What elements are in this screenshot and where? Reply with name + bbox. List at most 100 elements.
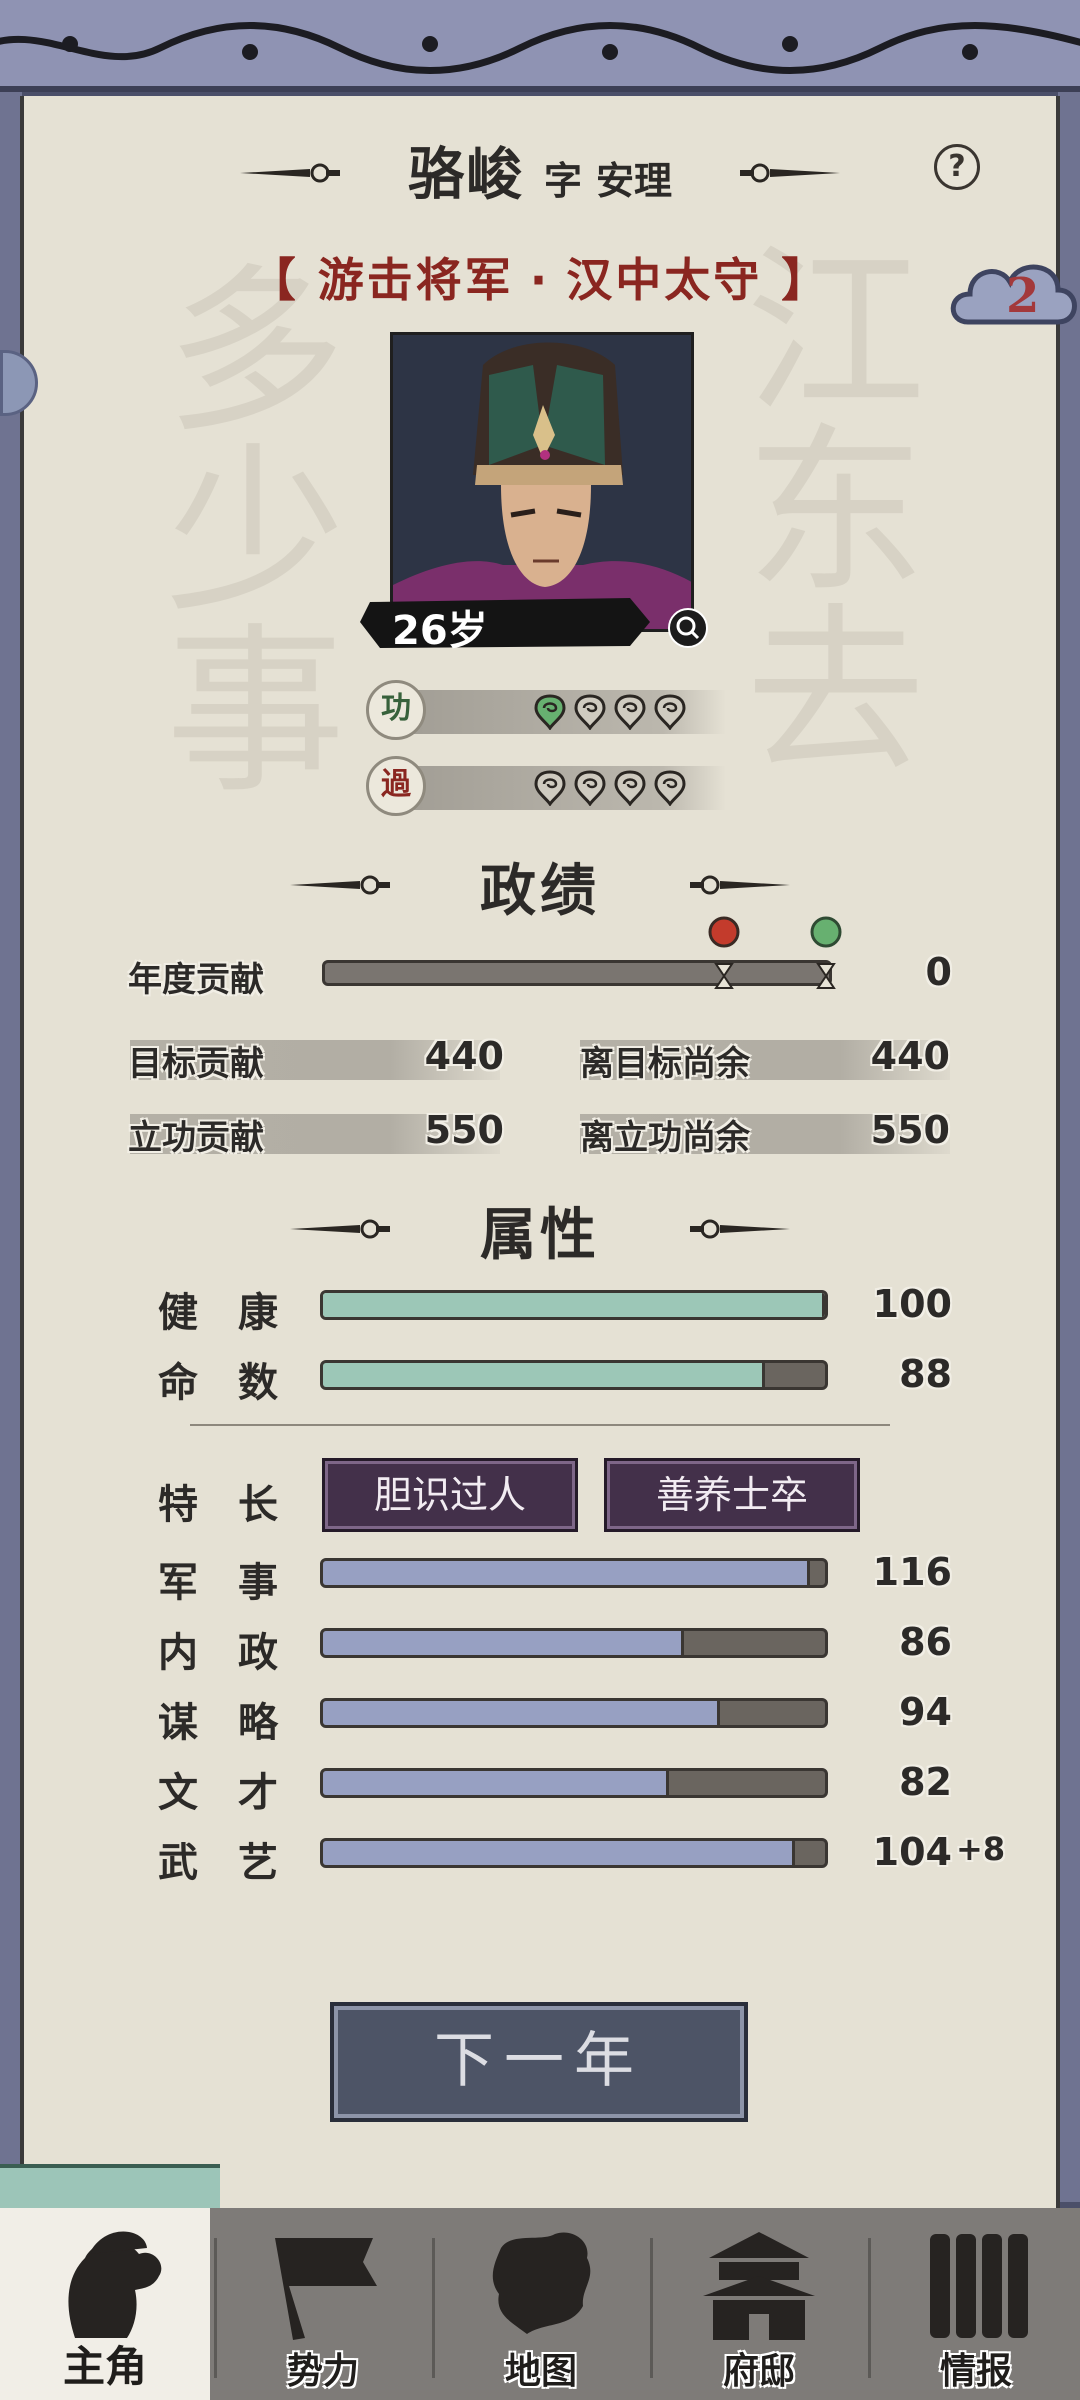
stat-bar [320, 1628, 828, 1658]
stat-value: 82 [899, 1760, 952, 1804]
dagger-ornament-icon [690, 1219, 790, 1239]
to-merit-value: 550 [870, 1108, 950, 1152]
stat-value: 94 [899, 1690, 952, 1734]
military-title: 游击将军 [317, 253, 514, 307]
character-name: 骆峻 [407, 143, 524, 208]
merit-pip-empty-icon [614, 694, 646, 730]
nav-separator [214, 2238, 217, 2378]
merit-pips [532, 694, 688, 730]
nav-active-strip [0, 2164, 220, 2208]
nav-tab-protagonist[interactable]: 主角 [0, 2208, 210, 2400]
health-label: 健康 [158, 1290, 318, 1336]
merit-contribution-label: 立功贡献 [128, 1118, 264, 1158]
fault-pips [532, 770, 688, 806]
to-target-value: 440 [870, 1034, 950, 1078]
to-merit-label: 离立功尚余 [580, 1118, 750, 1158]
character-portrait[interactable] [390, 332, 694, 632]
fate-label: 命数 [158, 1360, 318, 1406]
fault-meter: 過 [366, 756, 726, 818]
bottom-nav: 主角 势力 地图 府邸 情报 [0, 2208, 1080, 2400]
right-border [1058, 92, 1080, 2202]
fault-icon: 過 [366, 756, 426, 816]
stat-bonus: +8 [956, 1830, 1006, 1868]
fault-pip-empty-icon [614, 770, 646, 806]
nav-label-intel: 情报 [939, 2351, 1012, 2392]
title-bracket-left: 【 [249, 253, 299, 307]
stat-bar [320, 1768, 828, 1798]
nav-label-map: 地图 [504, 2351, 577, 2392]
stat-bar-fill [323, 1701, 720, 1725]
stat-bar-fill [323, 1841, 795, 1865]
fault-pip-empty-icon [534, 770, 566, 806]
official-titles: 【 游击将军 · 汉中太守 】 [0, 244, 1080, 310]
calligraphy-background: 多少事 [134, 256, 343, 796]
stat-label: 军事 [158, 1560, 318, 1606]
next-year-button[interactable]: 下一年 [330, 2002, 748, 2122]
traits-label: 特长 [158, 1482, 318, 1528]
merit-icon: 功 [366, 680, 426, 740]
fault-threshold-marker-icon [708, 916, 740, 989]
stat-bar [320, 1558, 828, 1588]
character-name-row: 骆峻字安理 [0, 130, 1080, 211]
top-decorative-banner [0, 0, 1080, 92]
fate-bar-fill [323, 1363, 765, 1387]
annual-contribution-label: 年度贡献 [128, 960, 264, 1000]
mansion-icon [703, 2232, 815, 2340]
stat-label: 文才 [158, 1770, 318, 1816]
civil-title: 汉中太守 [566, 253, 763, 307]
stat-bar-fill [323, 1561, 810, 1585]
target-contribution-label: 目标贡献 [128, 1044, 264, 1084]
dagger-ornament-icon [690, 875, 790, 895]
merit-pip-empty-icon [654, 694, 686, 730]
stat-value: 104 [872, 1830, 952, 1874]
flag-icon [275, 2238, 377, 2340]
portrait-image [393, 335, 691, 629]
trait-button-1[interactable]: 胆识过人 [322, 1458, 578, 1532]
nav-separator [650, 2238, 653, 2378]
scroll-icon [930, 2234, 1028, 2338]
health-bar [320, 1290, 828, 1320]
courtesy-name-prefix: 字 [543, 159, 582, 203]
stat-value: 86 [899, 1620, 952, 1664]
magnifier-icon [676, 616, 700, 640]
stat-bar-fill [323, 1771, 670, 1795]
stat-label: 武艺 [158, 1840, 318, 1886]
merit-pip-empty-icon [574, 694, 606, 730]
attributes-divider [190, 1424, 890, 1426]
vine-decoration-icon [0, 22, 1080, 74]
fault-pip-empty-icon [574, 770, 606, 806]
nav-separator [868, 2238, 871, 2378]
annual-contribution-value: 0 [925, 950, 952, 994]
fault-pip-empty-icon [654, 770, 686, 806]
stat-label: 谋略 [158, 1700, 318, 1746]
nav-tab-intel[interactable]: 情报 [872, 2208, 1080, 2400]
title-separator: · [529, 253, 551, 307]
merit-contribution-value: 550 [424, 1108, 504, 1152]
annual-contribution-bar [322, 960, 832, 986]
merit-meter: 功 [366, 680, 726, 742]
warrior-head-icon [68, 2231, 162, 2338]
fate-bar [320, 1360, 828, 1390]
courtesy-name: 安理 [596, 159, 673, 203]
nav-label-faction: 势力 [286, 2351, 359, 2392]
merit-threshold-marker-icon [810, 916, 842, 989]
stat-bar [320, 1698, 828, 1728]
calligraphy-background-right: 江东去 [714, 236, 923, 776]
health-value: 100 [872, 1282, 952, 1326]
nav-tab-mansion[interactable]: 府邸 [654, 2208, 864, 2400]
nav-separator [432, 2238, 435, 2378]
attributes-section-title: 属性 [480, 1203, 600, 1268]
help-button[interactable]: ? [934, 144, 980, 190]
nav-tab-faction[interactable]: 势力 [218, 2208, 428, 2400]
target-contribution-value: 440 [424, 1034, 504, 1078]
health-bar-fill [323, 1293, 825, 1317]
trait-button-2[interactable]: 善养士卒 [604, 1458, 860, 1532]
nav-label-protagonist: 主角 [62, 2342, 147, 2391]
nav-label-mansion: 府邸 [722, 2351, 795, 2392]
to-target-label: 离目标尚余 [580, 1044, 750, 1084]
performance-section-title: 政绩 [480, 859, 600, 924]
question-icon: ? [948, 149, 966, 184]
zoom-portrait-button[interactable] [668, 608, 708, 648]
nav-tab-map[interactable]: 地图 [436, 2208, 646, 2400]
stat-bar-fill [323, 1631, 685, 1655]
